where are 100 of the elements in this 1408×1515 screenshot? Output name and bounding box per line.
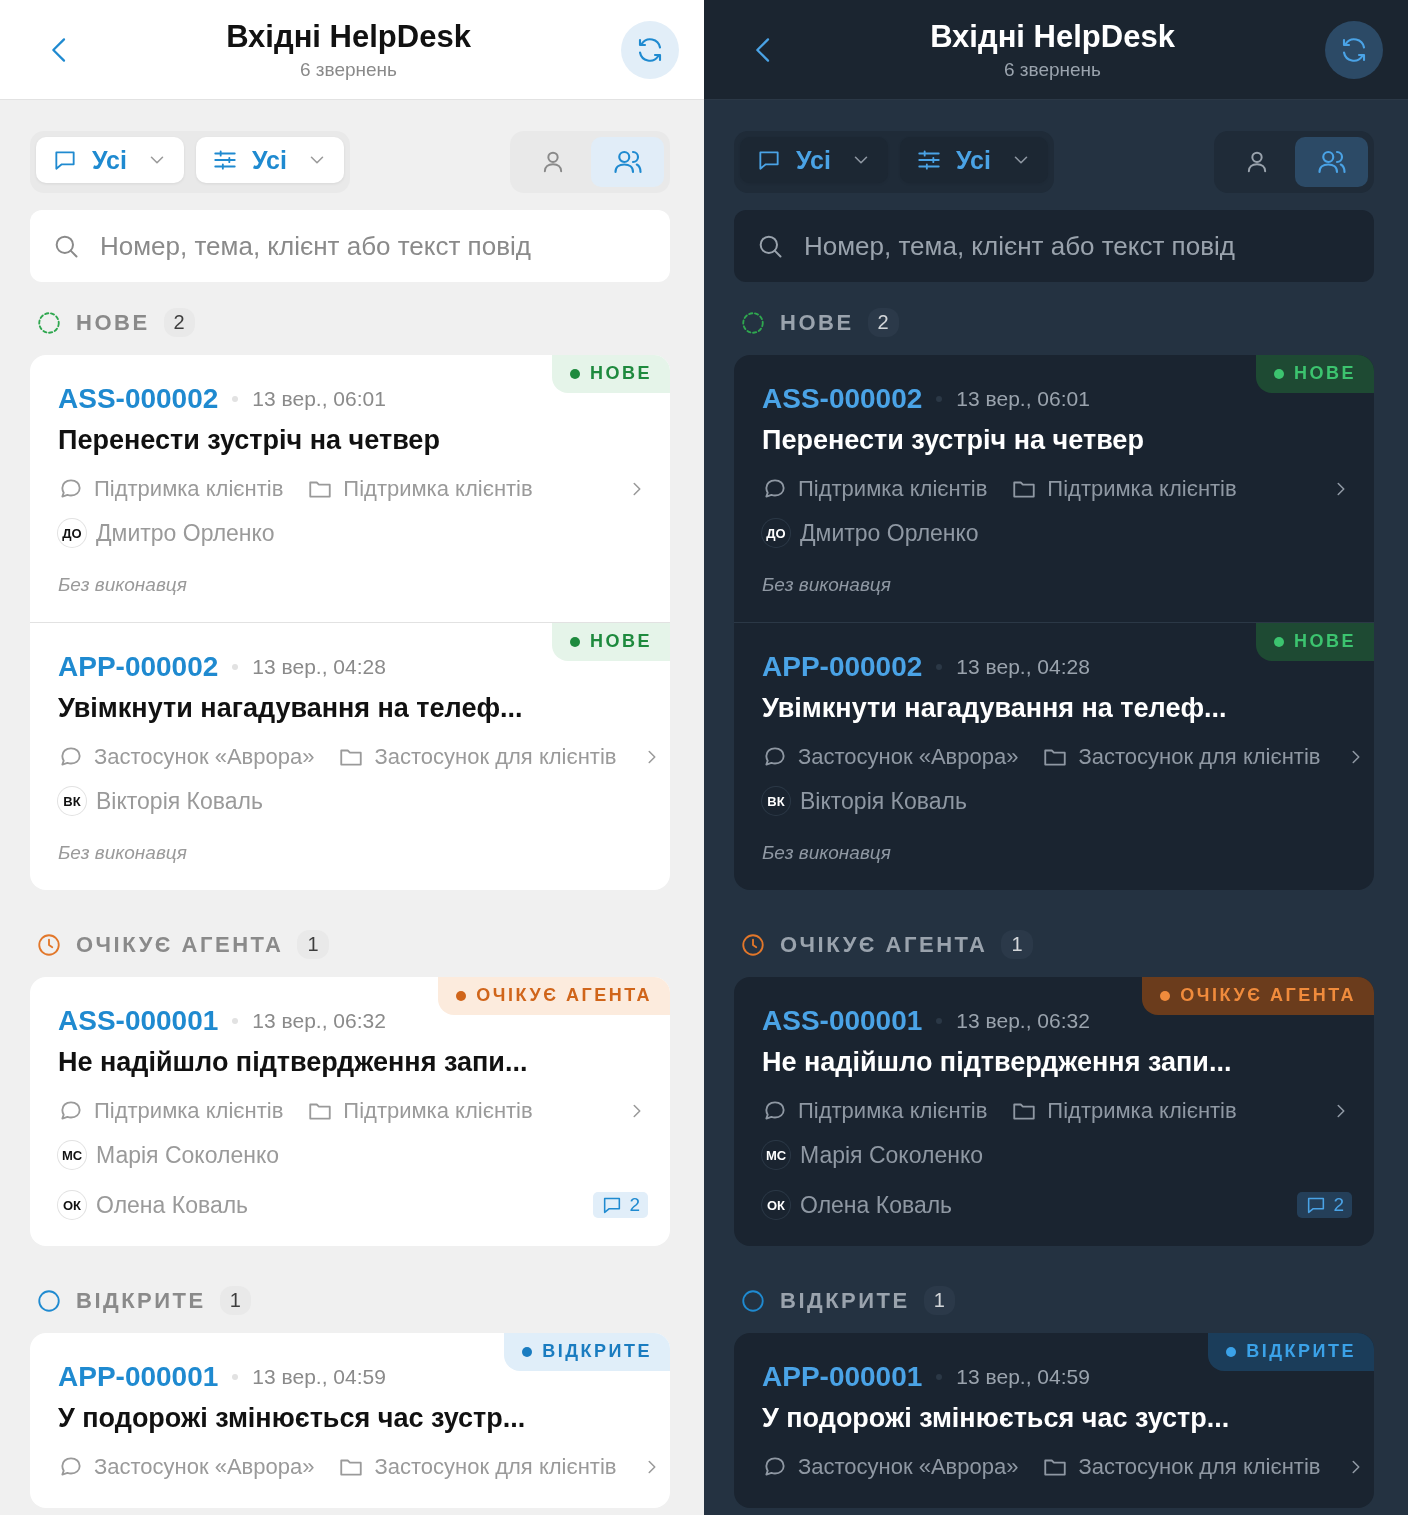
ticket-card[interactable] [30,355,670,890]
status-badge: НОВЕ [552,355,670,393]
ticket-id[interactable]: APP-000002 [762,651,923,683]
ticket-date: 13 вер., 04:28 [252,655,386,679]
client-name: Вікторія Коваль [800,787,967,815]
section-title: ВІДКРИТЕ [76,1287,206,1314]
ticket-card[interactable]: ОЧІКУЄ АГЕНТА ASS-000001 13 вер., 06:32 Не надійшло підтвердження запи... Підтримка клієнтів Підтримка клієнтів МС Марія Соколенко ОК Олена Коваль 2 [734,977,1374,1246]
comment-count[interactable]: 2 [1297,1192,1352,1218]
search-field[interactable]: Номер, тема, клієнт або текст повід [734,210,1374,282]
category-label: Підтримка клієнтів [343,1098,533,1124]
assignee-label: Без виконавця [762,842,892,864]
ticket-subject: Перенести зустріч на четвер [58,425,441,456]
ticket-card[interactable]: ВІДКРИТЕ APP-000001 13 вер., 04:59 У подорожі змінюється час зустр... Застосунок «Аврора» Застосунок для клієнтів [734,1333,1374,1508]
status-badge: ВІДКРИТЕ [1208,1333,1374,1371]
ticket-id[interactable]: ASS-000001 [762,1005,923,1037]
category-label: Застосунок для клієнтів [1078,744,1321,770]
ticket-card[interactable]: ОЧІКУЄ АГЕНТА ASS-000001 13 вер., 06:32 Не надійшло підтвердження запи... Підтримка клієнтів Підтримка клієнтів МС Марія Соколенко ОК Олена Коваль 2 [30,977,670,1246]
search-field[interactable]: Номер, тема, клієнт або текст повід [30,210,670,282]
ticket-subject: Увімкнути нагадування на телеф... [58,693,524,724]
ticket-date: 13 вер., 06:32 [252,1009,386,1033]
client-name: Вікторія Коваль [96,787,263,815]
ticket-card[interactable] [734,355,1374,890]
section-title: НОВЕ [780,309,854,336]
channel-label: Застосунок «Аврора» [94,744,315,770]
status-badge: НОВЕ [1256,355,1374,393]
avatar: ОК [58,1191,86,1219]
ticket-card[interactable]: ВІДКРИТЕ APP-000001 13 вер., 04:59 У подорожі змінюється час зустр... Застосунок «Аврора» Застосунок для клієнтів [30,1333,670,1508]
section-count: 1 [297,930,329,959]
avatar: ДО [58,519,86,547]
client-name: Марія Соколенко [800,1141,983,1169]
status-badge: ВІДКРИТЕ [504,1333,670,1371]
category-label: Застосунок для клієнтів [374,744,617,770]
category-label: Підтримка клієнтів [1047,1098,1237,1124]
filter-dropdown[interactable]: Усі [900,137,1048,183]
channel-label: Підтримка клієнтів [94,476,284,502]
ticket-date: 13 вер., 06:01 [252,387,386,411]
assignee-label: Без виконавця [762,574,892,596]
ticket-subject: Перенести зустріч на четвер [762,425,1145,456]
dashed-circle-icon [36,309,62,336]
ticket-count: 6 звернень [1004,58,1101,81]
comment-count[interactable]: 2 [593,1192,648,1218]
view-toggle-button[interactable] [591,137,664,187]
view-toggle-button[interactable] [1295,137,1368,187]
section-count: 1 [923,1286,955,1315]
assignee-label: Без виконавця [58,842,188,864]
client-name: Марія Соколенко [96,1141,279,1169]
page-title: Вхідні HelpDesk [226,18,471,55]
circle-icon [36,1287,62,1314]
avatar: ВК [762,787,790,815]
status-badge: ОЧІКУЄ АГЕНТА [1142,977,1374,1015]
assignee-label: Без виконавця [58,574,188,596]
ticket-date: 13 вер., 04:59 [956,1365,1090,1389]
ticket-count: 6 звернень [300,58,397,81]
avatar: МС [58,1141,86,1169]
section-count: 2 [163,308,195,337]
filter-dropdown[interactable]: Усі [36,137,184,183]
status-badge: НОВЕ [1256,623,1374,661]
filter-dropdown[interactable]: Усі [740,137,888,183]
channel-label: Застосунок «Аврора» [798,1454,1019,1480]
channel-label: Підтримка клієнтів [798,476,988,502]
ticket-id[interactable]: APP-000001 [58,1361,219,1393]
section-count: 2 [867,308,899,337]
filter-dropdown[interactable]: Усі [196,137,344,183]
status-badge: НОВЕ [552,623,670,661]
assignee-name: Олена Коваль [96,1191,249,1219]
ticket-subject: Не надійшло підтвердження запи... [762,1047,1233,1078]
ticket-id[interactable]: ASS-000002 [58,383,219,415]
section-title: НОВЕ [76,309,150,336]
page-title: Вхідні HelpDesk [930,18,1175,55]
ticket-subject: У подорожі змінюється час зустр... [58,1403,527,1434]
clock-icon [36,931,62,958]
client-name: Дмитро Орленко [96,519,275,547]
section-count: 1 [219,1286,251,1315]
category-label: Застосунок для клієнтів [1078,1454,1321,1480]
clock-icon [740,931,766,958]
ticket-id[interactable]: APP-000002 [58,651,219,683]
ticket-id[interactable]: APP-000001 [762,1361,923,1393]
avatar: ВК [58,787,86,815]
ticket-subject: Увімкнути нагадування на телеф... [762,693,1228,724]
section-title: ОЧІКУЄ АГЕНТА [76,931,284,958]
section-title: ВІДКРИТЕ [780,1287,910,1314]
status-badge: ОЧІКУЄ АГЕНТА [438,977,670,1015]
ticket-id[interactable]: ASS-000002 [762,383,923,415]
category-label: Підтримка клієнтів [343,476,533,502]
assignee-name: Олена Коваль [800,1191,953,1219]
ticket-date: 13 вер., 06:01 [956,387,1090,411]
category-label: Застосунок для клієнтів [374,1454,617,1480]
avatar: ДО [762,519,790,547]
ticket-id[interactable]: ASS-000001 [58,1005,219,1037]
client-name: Дмитро Орленко [800,519,979,547]
avatar: ОК [762,1191,790,1219]
ticket-subject: У подорожі змінюється час зустр... [762,1403,1231,1434]
channel-label: Застосунок «Аврора» [94,1454,315,1480]
ticket-date: 13 вер., 04:59 [252,1365,386,1389]
channel-label: Застосунок «Аврора» [798,744,1019,770]
category-label: Підтримка клієнтів [1047,476,1237,502]
avatar: МС [762,1141,790,1169]
channel-label: Підтримка клієнтів [94,1098,284,1124]
ticket-date: 13 вер., 04:28 [956,655,1090,679]
channel-label: Підтримка клієнтів [798,1098,988,1124]
